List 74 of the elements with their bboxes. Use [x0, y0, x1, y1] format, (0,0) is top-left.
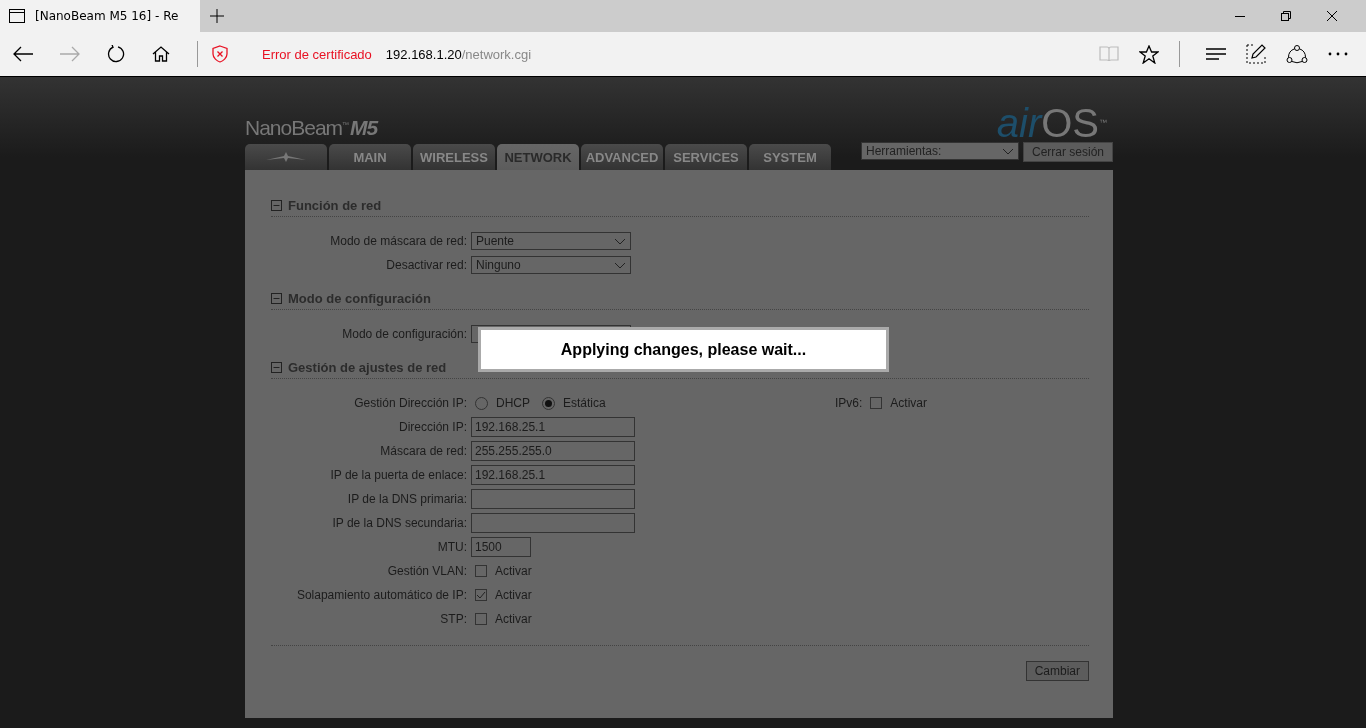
- field-label: Desactivar red:: [385, 258, 468, 272]
- option-label: Activar: [495, 588, 532, 602]
- field-label: Gestión Dirección IP:: [353, 396, 468, 410]
- field-label: IP de la DNS primaria:: [346, 492, 468, 506]
- chevron-down-icon: [614, 237, 626, 245]
- shield-warning-icon[interactable]: [212, 45, 228, 63]
- nav-tab[interactable]: WIRELESS: [413, 144, 495, 170]
- refresh-icon[interactable]: [107, 45, 125, 63]
- field-label: Máscara de red:: [379, 444, 468, 458]
- brand-logo: airOS$^{™}$: [996, 103, 1107, 143]
- option-label: DHCP: [496, 396, 530, 410]
- select-field[interactable]: Puente: [471, 232, 631, 250]
- logo-tab[interactable]: [245, 144, 327, 170]
- field-label: IP de la puerta de enlace:: [329, 468, 468, 482]
- field-label: Solapamiento automático de IP:: [295, 588, 468, 602]
- option-label: Activar: [495, 564, 532, 578]
- address-url[interactable]: 192.168.1.20/network.cgi: [385, 46, 532, 62]
- input-field[interactable]: [471, 489, 635, 509]
- nav-tab[interactable]: NETWORK: [497, 144, 579, 170]
- input-field[interactable]: [471, 513, 635, 533]
- checkbox[interactable]: [475, 565, 487, 577]
- field-label: Gestión VLAN:: [386, 564, 468, 578]
- select-field[interactable]: Ninguno: [471, 256, 631, 274]
- field-label: MTU:: [436, 540, 468, 554]
- new-tab-icon[interactable]: [210, 9, 224, 23]
- star-icon[interactable]: [1139, 44, 1159, 64]
- apply-button[interactable]: Cambiar: [1025, 661, 1089, 681]
- field-label: Modo de máscara de red:: [329, 234, 468, 248]
- loading-message: Applying changes, please wait...: [560, 340, 807, 359]
- input-field[interactable]: 255.255.255.0: [471, 441, 635, 461]
- checkbox[interactable]: [475, 613, 487, 625]
- antenna-logo-icon: [266, 152, 306, 162]
- tools-dropdown[interactable]: Herramientas:: [860, 142, 1019, 160]
- browser-tab[interactable]: [NanoBeam M5 16] - Re: [0, 0, 200, 32]
- product-logo: NanoBeam$^{™}$M5: [245, 116, 378, 140]
- nav-tab[interactable]: SYSTEM: [749, 144, 831, 170]
- input-field[interactable]: 192.168.25.1: [471, 417, 635, 437]
- nav-tab[interactable]: ADVANCED: [581, 144, 663, 170]
- more-icon[interactable]: [1328, 52, 1348, 56]
- checkbox[interactable]: [475, 589, 487, 601]
- home-icon[interactable]: [152, 46, 170, 62]
- minimize-icon[interactable]: [1235, 15, 1245, 17]
- field-label: IPv6:: [835, 396, 863, 410]
- option-label: Activar: [495, 612, 532, 626]
- chevron-down-icon: [614, 261, 626, 269]
- option-label: Estática: [563, 396, 606, 410]
- pen-note-icon[interactable]: [1246, 44, 1266, 64]
- collapse-icon[interactable]: [271, 362, 282, 373]
- collapse-icon[interactable]: [271, 293, 282, 304]
- section-title: Gestión de ajustes de red: [288, 360, 447, 375]
- input-field[interactable]: 1500: [471, 537, 531, 557]
- field-label: Modo de configuración:: [341, 327, 468, 341]
- section-title: Modo de configuración: [288, 291, 431, 306]
- back-icon[interactable]: [13, 46, 33, 62]
- option-label: Activar: [890, 396, 928, 410]
- section-title: Función de red: [288, 198, 382, 213]
- restore-icon[interactable]: [1281, 11, 1291, 21]
- field-label: Dirección IP:: [397, 420, 468, 434]
- field-label: STP:: [439, 612, 468, 626]
- tab-title: [NanoBeam M5 16] - Re: [35, 9, 179, 23]
- certificate-error[interactable]: Error de certificado: [262, 46, 372, 62]
- logout-button[interactable]: Cerrar sesión: [1022, 142, 1113, 162]
- chevron-down-icon: [1001, 147, 1014, 155]
- close-icon[interactable]: [1327, 11, 1337, 21]
- collapse-icon[interactable]: [271, 200, 282, 211]
- nav-tab[interactable]: SERVICES: [665, 144, 747, 170]
- checkbox[interactable]: [870, 397, 883, 409]
- menu-lines-icon[interactable]: [1206, 48, 1226, 60]
- nav-tab[interactable]: MAIN: [329, 144, 411, 170]
- forward-icon[interactable]: [60, 46, 80, 62]
- field-label: IP de la DNS secundaria:: [331, 516, 468, 530]
- input-field[interactable]: 192.168.25.1: [471, 465, 635, 485]
- share-icon[interactable]: [1286, 44, 1308, 64]
- page-icon: [9, 9, 25, 23]
